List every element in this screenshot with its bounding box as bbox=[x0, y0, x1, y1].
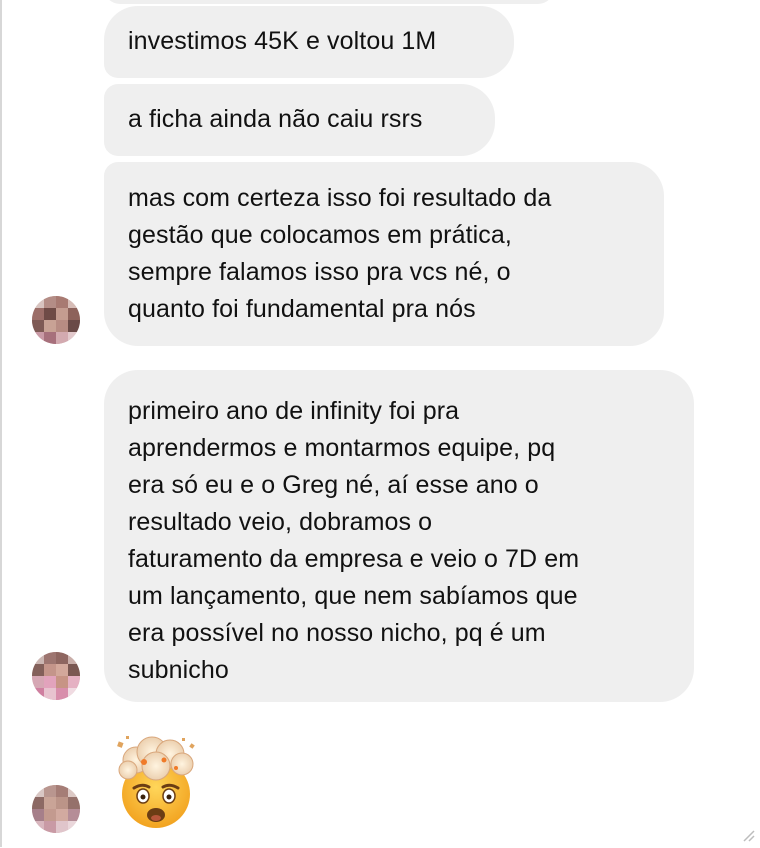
message-bubble[interactable]: mas com certeza isso foi resultado da ge… bbox=[104, 162, 664, 346]
message-bubble[interactable]: investimos 45K e voltou 1M bbox=[104, 6, 514, 78]
message-bubble[interactable]: a ficha ainda não caiu rsrs bbox=[104, 84, 495, 156]
exploding-head-emoji[interactable] bbox=[106, 732, 206, 832]
sender-avatar[interactable] bbox=[32, 296, 80, 344]
message-bubble[interactable]: primeiro ano de infinity foi pra aprende… bbox=[104, 370, 694, 702]
window-edge bbox=[0, 0, 2, 847]
sender-avatar[interactable] bbox=[32, 652, 80, 700]
previous-message-bubble-edge bbox=[104, 0, 554, 4]
sender-avatar[interactable] bbox=[32, 785, 80, 833]
corner-grip-icon bbox=[738, 825, 756, 843]
